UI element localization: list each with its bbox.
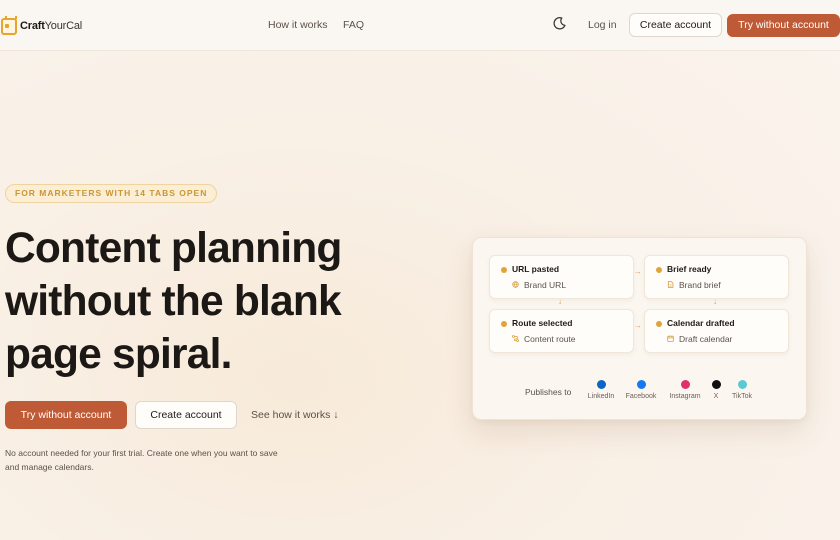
hero-create-account-button[interactable]: Create account (135, 401, 237, 429)
try-without-account-button[interactable]: Try without account (727, 14, 840, 37)
tiktok-icon (737, 380, 747, 389)
channel-tiktok: TikTok (730, 380, 754, 400)
moon-icon[interactable] (552, 16, 567, 31)
publishes-to-label: Publishes to (525, 387, 572, 397)
brand-name-rest: YourCal (44, 20, 83, 32)
step-title: Calendar drafted (667, 318, 735, 328)
login-link[interactable]: Log in (588, 19, 617, 31)
step-url-pasted: URL pasted Brand URL (489, 255, 634, 299)
x-icon (711, 380, 721, 389)
create-account-button[interactable]: Create account (629, 13, 722, 37)
route-icon (512, 335, 519, 342)
brand-name-bold: Craft (20, 20, 45, 32)
step-output: Brand brief (679, 280, 721, 290)
channel-name: X (713, 393, 719, 400)
step-output: Draft calendar (679, 334, 733, 344)
instagram-icon (680, 380, 690, 389)
eyebrow-badge: FOR MARKETERS WITH 14 TABS OPEN (5, 184, 218, 203)
arrow-right-icon: → (634, 321, 642, 330)
facebook-icon (636, 380, 646, 389)
see-how-it-works-link[interactable]: See how it works ↓ (251, 409, 339, 421)
step-title: Route selected (512, 318, 573, 328)
logo[interactable]: CraftYourCal (0, 15, 83, 36)
nav-link-faq[interactable]: FAQ (343, 19, 364, 31)
step-route-selected: Route selected Content route (489, 309, 634, 353)
headline-line-1: Content planning (5, 225, 342, 272)
hero-headline: Content planning without the blank page … (5, 222, 385, 381)
status-dot (501, 267, 507, 273)
nav-link-how-it-works[interactable]: How it works (268, 19, 328, 31)
calendar-logo-icon (1, 15, 17, 35)
step-brief-ready: Brief ready Brand brief (644, 255, 789, 299)
channel-name: TikTok (732, 393, 752, 400)
arrow-down-icon: ↓ (713, 297, 717, 306)
hero-try-button[interactable]: Try without account (5, 401, 127, 429)
status-dot (656, 267, 662, 273)
channel-linkedin: LinkedIn (585, 380, 617, 400)
step-output: Brand URL (524, 280, 567, 290)
status-dot (656, 321, 662, 327)
channel-facebook: Facebook (623, 380, 659, 400)
arrow-right-icon: → (634, 267, 642, 276)
calendar-icon (667, 335, 674, 342)
channel-instagram: Instagram (666, 380, 704, 400)
globe-icon (512, 281, 519, 288)
status-dot (501, 321, 507, 327)
channel-name: Instagram (669, 393, 701, 400)
channel-name: Facebook (625, 393, 657, 400)
arrow-down-icon: ↓ (558, 297, 562, 306)
headline-line-2: without the blank (5, 278, 342, 325)
channel-name: LinkedIn (587, 393, 615, 400)
step-calendar-drafted: Calendar drafted Draft calendar (644, 309, 789, 353)
channel-x: X (708, 380, 724, 400)
document-icon (667, 281, 674, 288)
step-output: Content route (524, 334, 576, 344)
hero-note: No account needed for your first trial. … (5, 448, 278, 472)
top-nav: CraftYourCal How it works FAQ Log in Cre… (0, 0, 840, 51)
step-title: URL pasted (512, 264, 560, 274)
linkedin-icon (596, 380, 606, 389)
headline-line-3: page spiral. (5, 331, 232, 378)
step-title: Brief ready (667, 264, 712, 274)
